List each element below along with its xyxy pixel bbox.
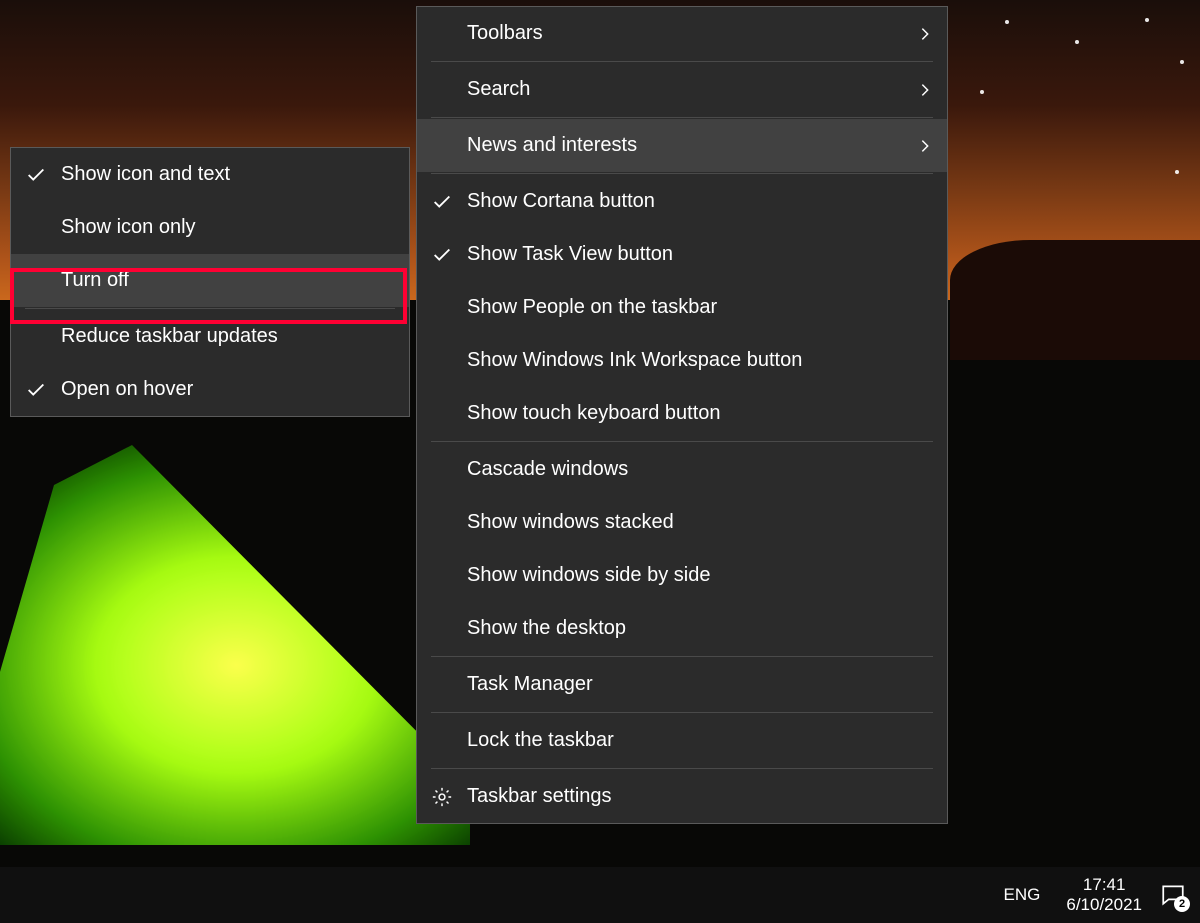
menu-item-label: Toolbars [467, 22, 543, 45]
menu-item-label: Lock the taskbar [467, 729, 614, 752]
menu-item-show-the-desktop[interactable]: Show the desktop [417, 602, 947, 655]
menu-item-taskbar-settings[interactable]: Taskbar settings [417, 770, 947, 823]
menu-item-show-icon-only[interactable]: Show icon only [11, 201, 409, 254]
menu-separator [431, 173, 933, 174]
menu-item-toolbars[interactable]: Toolbars [417, 7, 947, 60]
check-icon [25, 379, 47, 401]
menu-separator [431, 441, 933, 442]
menu-item-label: Show icon and text [61, 163, 230, 186]
clock-time: 17:41 [1083, 875, 1126, 895]
chevron-right-icon [917, 82, 933, 98]
menu-item-label: Show windows side by side [467, 564, 710, 587]
chevron-right-icon [917, 138, 933, 154]
menu-item-label: Show People on the taskbar [467, 296, 717, 319]
clock[interactable]: 17:41 6/10/2021 [1054, 867, 1154, 923]
menu-item-news-and-interests[interactable]: News and interests [417, 119, 947, 172]
menu-item-show-windows-side-by-side[interactable]: Show windows side by side [417, 549, 947, 602]
menu-item-reduce-taskbar-updates[interactable]: Reduce taskbar updates [11, 310, 409, 363]
menu-separator [431, 61, 933, 62]
menu-item-label: Turn off [61, 269, 129, 292]
menu-item-show-touch-keyboard-button[interactable]: Show touch keyboard button [417, 387, 947, 440]
check-icon [25, 164, 47, 186]
menu-item-search[interactable]: Search [417, 63, 947, 116]
menu-item-label: Open on hover [61, 378, 193, 401]
menu-item-label: Show Windows Ink Workspace button [467, 349, 802, 372]
menu-item-label: Reduce taskbar updates [61, 325, 278, 348]
menu-separator [431, 656, 933, 657]
taskbar-context-menu: Toolbars Search News and interests Show Cor… [416, 6, 948, 824]
news-interests-submenu: Show icon and text Show icon only Turn off… [10, 147, 410, 417]
menu-item-show-icon-and-text[interactable]: Show icon and text [11, 148, 409, 201]
menu-item-label: Show icon only [61, 216, 196, 239]
menu-item-label: Taskbar settings [467, 785, 612, 808]
clock-date: 6/10/2021 [1066, 895, 1142, 915]
menu-item-show-cortana-button[interactable]: Show Cortana button [417, 175, 947, 228]
menu-separator [25, 308, 395, 309]
menu-item-show-windows-ink-workspace-button[interactable]: Show Windows Ink Workspace button [417, 334, 947, 387]
menu-item-label: Search [467, 78, 530, 101]
menu-separator [431, 117, 933, 118]
menu-item-label: Task Manager [467, 673, 593, 696]
menu-item-open-on-hover[interactable]: Open on hover [11, 363, 409, 416]
menu-separator [431, 712, 933, 713]
chevron-right-icon [917, 26, 933, 42]
menu-item-label: Show windows stacked [467, 511, 674, 534]
menu-item-label: News and interests [467, 134, 637, 157]
notification-badge: 2 [1174, 896, 1190, 912]
gear-icon [431, 786, 453, 808]
menu-item-show-people-on-the-taskbar[interactable]: Show People on the taskbar [417, 281, 947, 334]
system-tray: ENG 17:41 6/10/2021 2 [990, 867, 1200, 923]
menu-item-label: Cascade windows [467, 458, 628, 481]
menu-item-show-windows-stacked[interactable]: Show windows stacked [417, 496, 947, 549]
action-center-icon[interactable]: 2 [1160, 882, 1186, 908]
menu-item-label: Show Cortana button [467, 190, 655, 213]
menu-item-task-manager[interactable]: Task Manager [417, 658, 947, 711]
menu-item-show-task-view-button[interactable]: Show Task View button [417, 228, 947, 281]
menu-item-label: Show the desktop [467, 617, 626, 640]
menu-item-cascade-windows[interactable]: Cascade windows [417, 443, 947, 496]
menu-item-lock-the-taskbar[interactable]: Lock the taskbar [417, 714, 947, 767]
check-icon [431, 191, 453, 213]
taskbar[interactable]: ENG 17:41 6/10/2021 2 [0, 867, 1200, 923]
language-indicator[interactable]: ENG [990, 867, 1055, 923]
menu-item-turn-off[interactable]: Turn off [11, 254, 409, 307]
menu-separator [431, 768, 933, 769]
check-icon [431, 244, 453, 266]
menu-item-label: Show Task View button [467, 243, 673, 266]
menu-item-label: Show touch keyboard button [467, 402, 721, 425]
